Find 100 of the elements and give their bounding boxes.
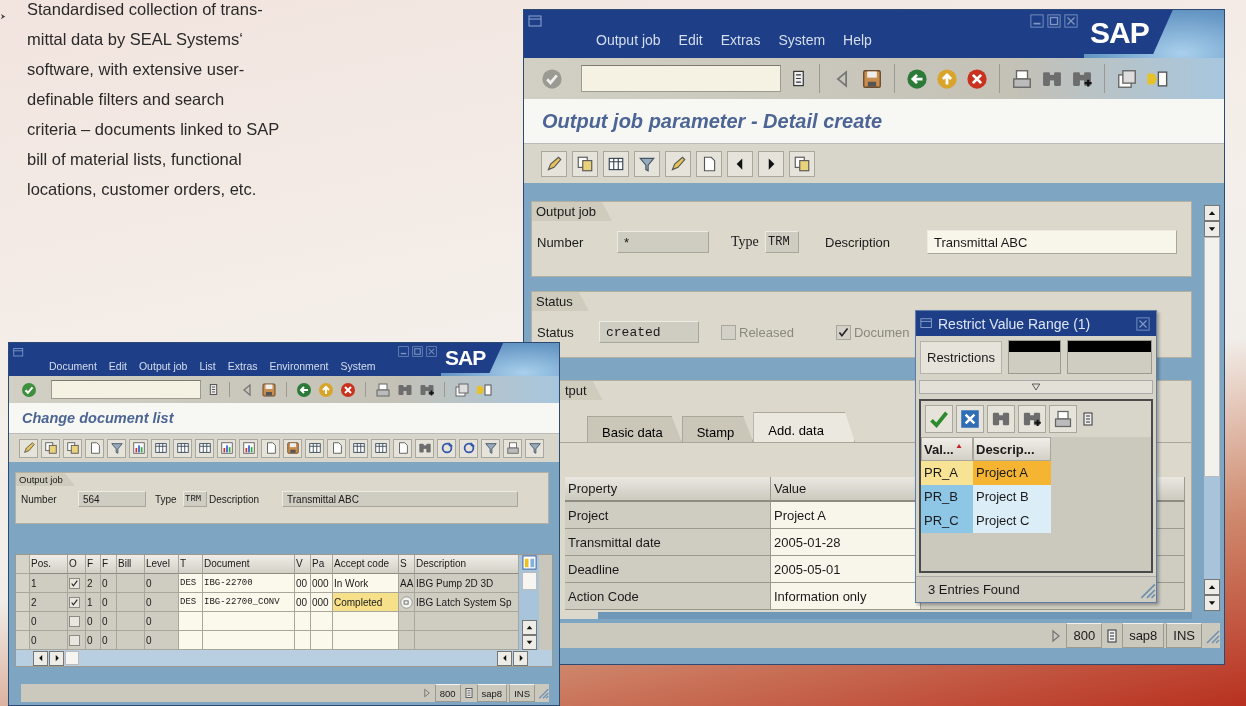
checkbox-label: Released [739,324,794,340]
dialog-title: Restrict Value Range (1) [938,315,1092,332]
menu-item[interactable]: Edit [678,32,703,48]
column-header[interactable]: Document [203,555,295,574]
restrictions-label: Restrictions [920,340,1002,374]
table-cell: Deadline [565,556,771,583]
logo-text: SAP [441,343,504,373]
table-cell[interactable]: PR_A [921,461,973,485]
column-header[interactable]: Accept code [333,555,399,574]
description-field: Transmittal ABC [282,491,518,507]
column-header[interactable]: Description [415,555,519,574]
column-header[interactable]: Bill [117,555,145,574]
table-cell[interactable]: Information only [771,583,921,610]
table-cell[interactable]: 00 [295,574,311,593]
field-label: Description [209,493,261,505]
field-label: Type [155,493,178,505]
tab[interactable]: Stamp [681,416,754,442]
table-cell: IBG Latch System Sp [415,593,519,612]
group-box-title: Output job [16,473,75,486]
table-cell[interactable]: IBG-22700_CONV [203,593,295,612]
server-name: sap8 [476,684,508,702]
field-label: Number [21,493,58,505]
field-label: Status [537,324,575,340]
column-header[interactable]: Descrip... [973,437,1051,461]
table-cell[interactable]: IBG-22700 [203,574,295,593]
column-header[interactable]: Property [565,477,771,502]
table-cell: 0 [101,593,117,612]
table-cell: 0 [30,612,68,631]
table-cell[interactable]: Completed [333,593,399,612]
column-header[interactable]: F [86,555,101,574]
column-header[interactable]: Val... [921,437,973,461]
number-field: * [617,231,709,253]
status-field: created [599,321,699,343]
table-cell[interactable]: Project C [973,509,1051,533]
field-label: Number [537,234,585,250]
table-cell[interactable]: DES [179,574,203,593]
table-cell[interactable]: PR_B [921,485,973,509]
tab[interactable]: Add. data [753,412,855,442]
table-cell[interactable]: 00 [295,593,311,612]
field-label: Description [825,234,892,250]
column-header[interactable]: Pa [311,555,333,574]
menu-item[interactable]: List [199,360,216,372]
menu-item[interactable]: Document [49,360,97,372]
table-cell: 2 [86,574,101,593]
column-header[interactable]: O [68,555,86,574]
table-cell: 0 [145,612,179,631]
table-cell: AA [399,574,415,593]
field-label: Type [731,234,760,250]
screen-title: Change document list [22,410,174,426]
table-cell: 0 [101,574,117,593]
table-cell[interactable]: 000 [311,593,333,612]
table-cell: IBG Pump 2D 3D [415,574,519,593]
number-field: 564 [78,491,146,507]
table-cell: 1 [30,574,68,593]
menu-item[interactable]: Output job [138,360,188,372]
column-header[interactable]: Level [145,555,179,574]
table-cell: 0 [101,612,117,631]
column-header[interactable]: T [179,555,203,574]
column-header[interactable]: S [399,555,415,574]
table-cell: 0 [145,593,179,612]
table-cell: 0 [145,631,179,650]
column-header[interactable]: Pos. [30,555,68,574]
screen-title: Output job parameter - Detail create [542,109,883,133]
menu-item[interactable]: Extras [720,32,761,48]
menu-item[interactable]: Extras [227,360,258,372]
table-cell: 0 [30,631,68,650]
type-field: TRM [183,491,207,507]
menu-item[interactable]: System [340,360,376,372]
menu-item[interactable]: Help [843,32,872,48]
table-cell: 0 [145,574,179,593]
group-box-title: Output job [532,202,612,221]
table-cell: 0 [86,612,101,631]
table-cell[interactable]: PR_C [921,509,973,533]
table-cell[interactable]: 000 [311,574,333,593]
checkbox-label: Documen [853,324,910,340]
input-mode: INS [509,684,535,702]
table-cell[interactable]: Project A [973,461,1051,485]
table-cell: Transmittal date [565,529,771,556]
menu-item[interactable]: System [778,32,826,48]
table-cell[interactable]: Project B [973,485,1051,509]
table-cell[interactable]: DES [179,593,203,612]
menu-item[interactable]: Environment [269,360,329,372]
menu-item[interactable]: Edit [108,360,127,372]
type-field: TRM [765,231,799,253]
column-header[interactable]: V [295,555,311,574]
table-cell: Action Code [565,583,771,610]
table-cell: Project [565,502,771,529]
description-field: Transmittal ABC [927,230,1177,254]
table-cell: 1 [86,593,101,612]
entries-count: 3 Entries Found [928,582,1021,597]
table-cell[interactable]: In Work [333,574,399,593]
server-name: sap8 [1122,623,1165,648]
menu-item[interactable]: Output job [596,32,661,48]
group-box-title: Status [532,292,589,311]
tab[interactable]: Basic data [587,416,682,442]
description-text: Standardised collection of trans- mittal data by SEAL Systems‘ software, with extensive user- definable filters and search criteria – documents linked to SAP bill of material lists, functional locations, customer orders, etc. [27,0,280,200]
column-header[interactable]: F [101,555,117,574]
table-cell: 0 [101,631,117,650]
client-number: 800 [1066,623,1103,648]
logo-text: SAP [1084,10,1173,54]
